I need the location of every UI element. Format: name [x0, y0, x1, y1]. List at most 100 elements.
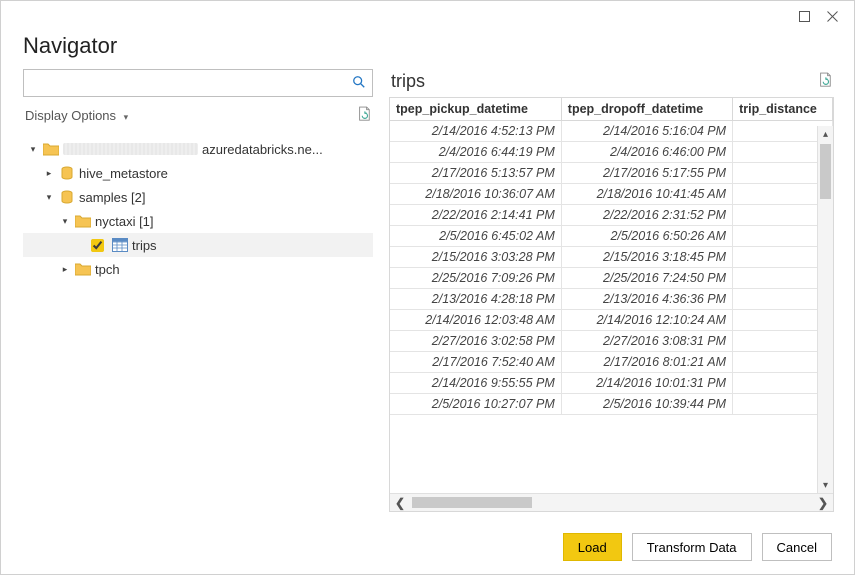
- expand-toggle[interactable]: [43, 192, 55, 203]
- table-row[interactable]: 2/22/2016 2:14:41 PM2/22/2016 2:31:52 PM: [390, 205, 833, 226]
- table-row[interactable]: 2/5/2016 6:45:02 AM2/5/2016 6:50:26 AM: [390, 226, 833, 247]
- grid-scroll[interactable]: tpep_pickup_datetime tpep_dropoff_dateti…: [390, 98, 833, 493]
- table-row[interactable]: 2/18/2016 10:36:07 AM2/18/2016 10:41:45 …: [390, 184, 833, 205]
- expand-toggle[interactable]: [59, 216, 71, 227]
- tree-item-label: samples [2]: [79, 190, 145, 205]
- vertical-scrollbar[interactable]: ▴ ▾: [817, 126, 833, 493]
- column-header[interactable]: tpep_pickup_datetime: [390, 98, 561, 121]
- tree-item-nyctaxi[interactable]: nyctaxi [1]: [23, 209, 373, 233]
- scroll-up-arrow[interactable]: ▴: [818, 126, 833, 142]
- preview-title: trips: [391, 71, 425, 92]
- scroll-down-arrow[interactable]: ▾: [818, 477, 833, 493]
- column-header[interactable]: trip_distance: [733, 98, 833, 121]
- expand-toggle[interactable]: [43, 168, 55, 179]
- folder-icon: [75, 214, 91, 228]
- table-cell: 2/14/2016 5:16:04 PM: [561, 121, 732, 142]
- table-row[interactable]: 2/5/2016 10:27:07 PM2/5/2016 10:39:44 PM: [390, 394, 833, 415]
- window-close-button[interactable]: [818, 6, 846, 26]
- folder-icon: [43, 142, 59, 156]
- tree-item-label: tpch: [95, 262, 120, 277]
- table-cell: 2/27/2016 3:08:31 PM: [561, 331, 732, 352]
- tree-item-label: trips: [132, 238, 157, 253]
- table-icon: [112, 238, 128, 252]
- table-row[interactable]: 2/14/2016 12:03:48 AM2/14/2016 12:10:24 …: [390, 310, 833, 331]
- table-cell: 2/14/2016 9:55:55 PM: [390, 373, 561, 394]
- display-options-dropdown[interactable]: Display Options ▾: [25, 108, 128, 123]
- table-row[interactable]: 2/25/2016 7:09:26 PM2/25/2016 7:24:50 PM: [390, 268, 833, 289]
- expand-toggle[interactable]: [59, 264, 71, 275]
- table-cell: 2/13/2016 4:28:18 PM: [390, 289, 561, 310]
- table-cell: 2/22/2016 2:14:41 PM: [390, 205, 561, 226]
- table-cell: 2/17/2016 5:17:55 PM: [561, 163, 732, 184]
- expand-toggle[interactable]: [27, 144, 39, 155]
- tree-item-label: hive_metastore: [79, 166, 168, 181]
- refresh-tree-icon[interactable]: [357, 106, 371, 125]
- table-cell: 2/15/2016 3:03:28 PM: [390, 247, 561, 268]
- table-cell: 2/5/2016 6:50:26 AM: [561, 226, 732, 247]
- table-cell: 2/14/2016 12:03:48 AM: [390, 310, 561, 331]
- table-row[interactable]: 2/13/2016 4:28:18 PM2/13/2016 4:36:36 PM: [390, 289, 833, 310]
- redacted-hostname: [63, 143, 198, 155]
- table-row[interactable]: 2/17/2016 5:13:57 PM2/17/2016 5:17:55 PM: [390, 163, 833, 184]
- table-cell: 2/15/2016 3:18:45 PM: [561, 247, 732, 268]
- table-cell: 2/25/2016 7:24:50 PM: [561, 268, 732, 289]
- preview-panel: trips tpep_pickup_datetime tpep_dropoff_…: [389, 69, 834, 512]
- tree-item-label: nyctaxi [1]: [95, 214, 154, 229]
- preview-header: trips: [389, 69, 834, 97]
- scroll-thumb[interactable]: [820, 144, 831, 199]
- table-cell: 2/17/2016 8:01:21 AM: [561, 352, 732, 373]
- table-row[interactable]: 2/17/2016 7:52:40 AM2/17/2016 8:01:21 AM: [390, 352, 833, 373]
- table-row[interactable]: 2/27/2016 3:02:58 PM2/27/2016 3:08:31 PM: [390, 331, 833, 352]
- footer: Load Transform Data Cancel: [1, 520, 854, 574]
- table-cell: 2/5/2016 10:39:44 PM: [561, 394, 732, 415]
- table-row[interactable]: 2/14/2016 9:55:55 PM2/14/2016 10:01:31 P…: [390, 373, 833, 394]
- database-icon: [59, 166, 75, 180]
- tree-item-hive-metastore[interactable]: hive_metastore: [23, 161, 373, 185]
- scroll-thumb[interactable]: [412, 497, 532, 508]
- table-cell: 2/14/2016 4:52:13 PM: [390, 121, 561, 142]
- load-button[interactable]: Load: [563, 533, 622, 561]
- table-cell: 2/18/2016 10:36:07 AM: [390, 184, 561, 205]
- table-cell: 2/13/2016 4:36:36 PM: [561, 289, 732, 310]
- cancel-button[interactable]: Cancel: [762, 533, 832, 561]
- table-cell: 2/25/2016 7:09:26 PM: [390, 268, 561, 289]
- page-title: Navigator: [1, 31, 854, 69]
- table-cell: 2/5/2016 10:27:07 PM: [390, 394, 561, 415]
- body: Display Options ▾ azuredatabricks.ne...: [1, 69, 854, 520]
- table-cell: 2/4/2016 6:44:19 PM: [390, 142, 561, 163]
- table-cell: 2/27/2016 3:02:58 PM: [390, 331, 561, 352]
- chevron-down-icon: ▾: [124, 112, 129, 122]
- tree-item-samples[interactable]: samples [2]: [23, 185, 373, 209]
- table-row[interactable]: 2/15/2016 3:03:28 PM2/15/2016 3:18:45 PM: [390, 247, 833, 268]
- table-cell: 2/14/2016 12:10:24 AM: [561, 310, 732, 331]
- left-panel: Display Options ▾ azuredatabricks.ne...: [23, 69, 373, 512]
- display-options-label: Display Options: [25, 108, 116, 123]
- table-row[interactable]: 2/14/2016 4:52:13 PM2/14/2016 5:16:04 PM: [390, 121, 833, 142]
- window-maximize-button[interactable]: [790, 6, 818, 26]
- navigator-window: Navigator Display Options ▾: [0, 0, 855, 575]
- transform-data-button[interactable]: Transform Data: [632, 533, 752, 561]
- search-icon[interactable]: [352, 75, 366, 92]
- table-cell: 2/5/2016 6:45:02 AM: [390, 226, 561, 247]
- table-cell: 2/14/2016 10:01:31 PM: [561, 373, 732, 394]
- refresh-preview-icon[interactable]: [818, 72, 832, 91]
- folder-icon: [75, 262, 91, 276]
- tree-item-tpch[interactable]: tpch: [23, 257, 373, 281]
- scroll-track[interactable]: [410, 494, 813, 511]
- column-header[interactable]: tpep_dropoff_datetime: [561, 98, 732, 121]
- scroll-right-arrow[interactable]: ❯: [813, 494, 833, 511]
- search-box[interactable]: [23, 69, 373, 97]
- scroll-track[interactable]: [818, 142, 833, 477]
- table-row[interactable]: 2/4/2016 6:44:19 PM2/4/2016 6:46:00 PM: [390, 142, 833, 163]
- tree-item-checkbox[interactable]: [91, 239, 104, 252]
- tree-item-trips[interactable]: trips: [23, 233, 373, 257]
- tree-root[interactable]: azuredatabricks.ne...: [23, 137, 373, 161]
- table-cell: 2/22/2016 2:31:52 PM: [561, 205, 732, 226]
- tree-root-label: azuredatabricks.ne...: [202, 142, 323, 157]
- table-cell: 2/17/2016 7:52:40 AM: [390, 352, 561, 373]
- scroll-left-arrow[interactable]: ❮: [390, 494, 410, 511]
- horizontal-scrollbar[interactable]: ❮ ❯: [390, 493, 833, 511]
- search-input[interactable]: [30, 75, 352, 92]
- table-cell: 2/18/2016 10:41:45 AM: [561, 184, 732, 205]
- preview-grid: tpep_pickup_datetime tpep_dropoff_dateti…: [389, 97, 834, 512]
